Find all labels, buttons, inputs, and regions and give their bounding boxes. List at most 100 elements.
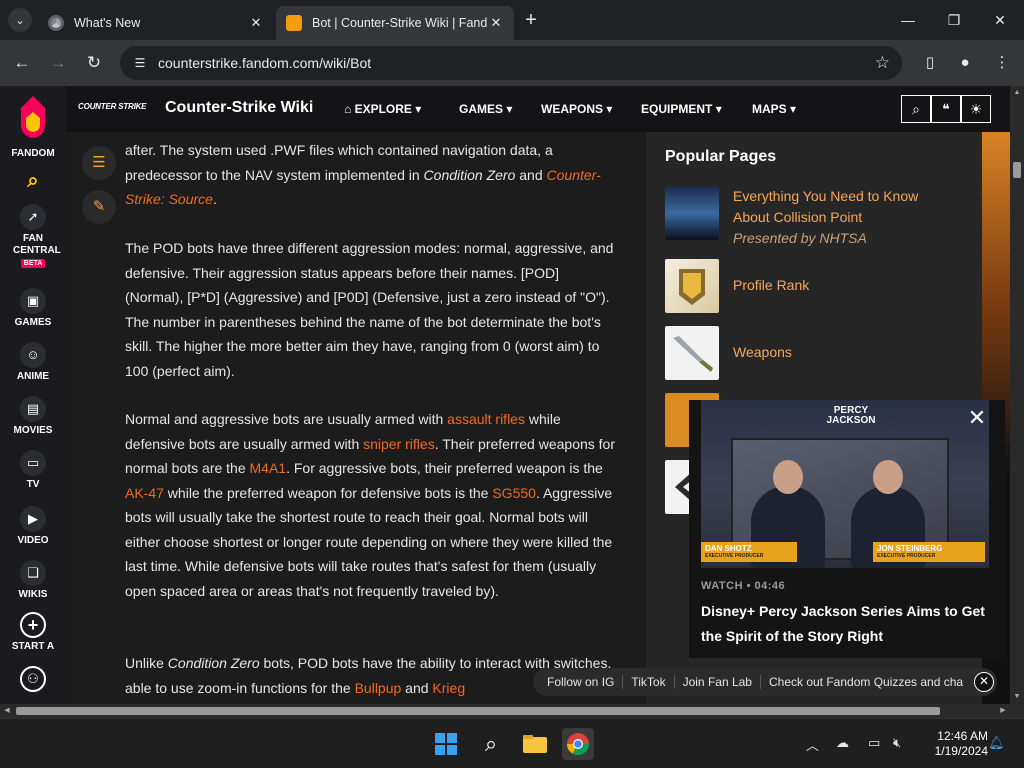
url-input[interactable]	[158, 55, 838, 71]
close-video-icon[interactable]: ✕	[967, 407, 987, 429]
close-window-icon[interactable]: ✕	[988, 8, 1012, 32]
video-player-overlay[interactable]: PERCY JACKSON DAN SHOTZ EXECUTIVE PRODUC…	[689, 400, 1005, 658]
network-icon[interactable]: ☁	[836, 735, 849, 751]
profile-icon[interactable]: ●	[953, 51, 977, 75]
side-panel-icon[interactable]: ▯	[918, 51, 942, 75]
site-info-icon[interactable]: ☰	[132, 55, 148, 71]
close-bar-icon[interactable]: ✕	[974, 672, 994, 692]
nav-weapons[interactable]: WEAPONS ▾	[541, 102, 612, 116]
rail-item-fan-central[interactable]: ➚ FAN CENTRAL BETA	[0, 204, 66, 268]
rail-item-search[interactable]: ⌕	[0, 168, 66, 197]
vertical-scrollbar[interactable]: ▲ ▼	[1010, 86, 1024, 704]
knife-icon	[673, 336, 713, 372]
rail-item-wikis[interactable]: ❑ WIKIS	[0, 560, 66, 600]
pill-fandom-quizzes[interactable]: Check out Fandom Quizzes and cha	[761, 675, 971, 689]
minimize-icon[interactable]: —	[896, 8, 920, 32]
edit-button[interactable]: ✎	[82, 190, 116, 224]
nav-maps[interactable]: MAPS ▾	[752, 102, 796, 116]
scroll-left-icon[interactable]: ◀	[0, 704, 14, 718]
browser-tabstrip: ⌄ What's New ✕ Bot | Counter-Strike Wiki…	[0, 0, 1024, 40]
tab-bot-wiki[interactable]: Bot | Counter-Strike Wiki | Fand ✕	[276, 6, 514, 40]
fandom-logo-icon[interactable]	[15, 94, 51, 140]
link-krieg[interactable]: Krieg	[432, 680, 465, 696]
community-bar: Follow on IG TikTok Join Fan Lab Check o…	[533, 668, 997, 696]
horizontal-scrollbar[interactable]: ◀ ▶	[0, 704, 1024, 718]
nav-equipment[interactable]: EQUIPMENT ▾	[641, 102, 722, 116]
link-m4a1[interactable]: M4A1	[250, 460, 287, 476]
weapons-thumbnail[interactable]	[665, 326, 719, 380]
link-sg550[interactable]: SG550	[492, 485, 536, 501]
nav-games[interactable]: GAMES ▾	[459, 102, 512, 116]
rail-item-video[interactable]: ▶ VIDEO	[0, 506, 66, 546]
bookmark-star-icon[interactable]: ☆	[875, 54, 890, 72]
windows-taskbar: ⌕ ︿ ☁ ▭ 🔇︎ 12:46 AM 1/19/2024 🔔︎	[0, 718, 1024, 768]
chevron-down-icon: ▾	[506, 102, 513, 116]
rail-item-fandom[interactable]: FANDOM	[0, 148, 66, 159]
notification-bell-icon[interactable]: 🔔︎	[988, 735, 1005, 751]
paragraph-1: after. The system used .PWF files which …	[125, 142, 601, 207]
browser-toolbar: ← → ↻ ☰ ☆ ▯ ● ⋮	[0, 40, 1024, 86]
link-assault-rifles[interactable]: assault rifles	[447, 411, 525, 427]
tab-title: Bot | Counter-Strike Wiki | Fand	[312, 16, 488, 30]
link-bullpup[interactable]: Bullpup	[355, 680, 402, 696]
close-tab-icon[interactable]: ✕	[488, 15, 504, 31]
table-of-contents-button[interactable]: ☰	[82, 146, 116, 180]
rail-item-tv[interactable]: ▭ TV	[0, 450, 66, 490]
page-viewport: FANDOM ⌕ ➚ FAN CENTRAL BETA ▣ GAMES ☺ AN…	[0, 86, 1024, 704]
scrollbar-thumb[interactable]	[1013, 162, 1021, 178]
scroll-up-icon[interactable]: ▲	[1010, 86, 1024, 100]
close-tab-icon[interactable]: ✕	[248, 15, 264, 31]
windows-start-icon[interactable]	[430, 728, 462, 760]
popular-pages-title: Popular Pages	[665, 148, 777, 165]
counter-strike-logo[interactable]: COUNTER STRIKE	[78, 102, 154, 116]
collision-point-thumbnail[interactable]	[665, 186, 719, 240]
theme-toggle-button[interactable]: ☀	[961, 95, 991, 123]
new-tab-button[interactable]: +	[520, 10, 542, 32]
back-icon[interactable]: ←	[10, 51, 34, 75]
discussions-button[interactable]: ❝	[931, 95, 961, 123]
fandom-global-nav: FANDOM ⌕ ➚ FAN CENTRAL BETA ▣ GAMES ☺ AN…	[0, 86, 66, 704]
tab-search-icon[interactable]: ⌄	[8, 8, 32, 32]
tab-whats-new[interactable]: What's New ✕	[38, 6, 274, 40]
pill-tiktok[interactable]: TikTok	[623, 675, 675, 689]
profile-rank-thumbnail[interactable]	[665, 259, 719, 313]
scroll-down-icon[interactable]: ▼	[1010, 690, 1024, 704]
link-sniper-rifles[interactable]: sniper rifles	[363, 436, 435, 452]
fandom-favicon-icon	[286, 15, 302, 31]
search-icon[interactable]: ⌕	[475, 728, 507, 760]
video-frame[interactable]: PERCY JACKSON DAN SHOTZ EXECUTIVE PRODUC…	[701, 400, 989, 568]
restore-icon[interactable]: ❐	[942, 8, 966, 32]
rail-item-movies[interactable]: ▤ MOVIES	[0, 396, 66, 436]
menu-dots-icon[interactable]: ⋮	[990, 51, 1014, 75]
article-content: ☰ ✎ after. The system used .PWF files wh…	[66, 132, 646, 704]
scroll-right-icon[interactable]: ▶	[996, 704, 1010, 718]
pill-join-fan-lab[interactable]: Join Fan Lab	[675, 675, 761, 689]
user-icon: ⚇	[20, 666, 46, 692]
wiki-search-button[interactable]: ⌕	[901, 95, 931, 123]
chevron-down-icon: ▾	[606, 102, 613, 116]
rail-item-games[interactable]: ▣ GAMES	[0, 288, 66, 328]
rail-item-account[interactable]: ⚇	[0, 666, 66, 695]
chrome-taskbar-icon[interactable]	[562, 728, 594, 760]
rail-item-anime[interactable]: ☺ ANIME	[0, 342, 66, 382]
forward-icon[interactable]: →	[46, 51, 70, 75]
pill-follow-ig[interactable]: Follow on IG	[539, 675, 624, 689]
rail-item-start-a-wiki[interactable]: + START A	[0, 612, 66, 652]
volume-muted-icon[interactable]: 🔇︎	[893, 735, 901, 751]
video-meta: WATCH • 04:46	[701, 580, 786, 592]
gamepad-icon: ▣	[20, 288, 46, 314]
play-icon: ▶	[20, 506, 46, 532]
address-bar[interactable]: ☰ ☆	[120, 46, 902, 80]
link-ak-47[interactable]: AK-47	[125, 485, 164, 501]
scrollbar-thumb[interactable]	[16, 707, 940, 715]
wiki-name[interactable]: Counter-Strike Wiki	[165, 99, 313, 117]
reload-icon[interactable]: ↻	[82, 51, 106, 75]
nav-explore[interactable]: ⌂ EXPLORE ▾	[344, 102, 421, 116]
taskbar-clock[interactable]: 12:46 AM 1/19/2024	[918, 729, 988, 759]
paragraph-2: The POD bots have three different aggres…	[125, 240, 614, 379]
display-icon[interactable]: ▭	[868, 735, 880, 751]
file-explorer-icon[interactable]	[519, 728, 551, 760]
rocket-icon: ➚	[20, 204, 46, 230]
video-title[interactable]: Disney+ Percy Jackson Series Aims to Get…	[701, 599, 991, 649]
tray-overflow-icon[interactable]: ︿	[806, 735, 819, 754]
